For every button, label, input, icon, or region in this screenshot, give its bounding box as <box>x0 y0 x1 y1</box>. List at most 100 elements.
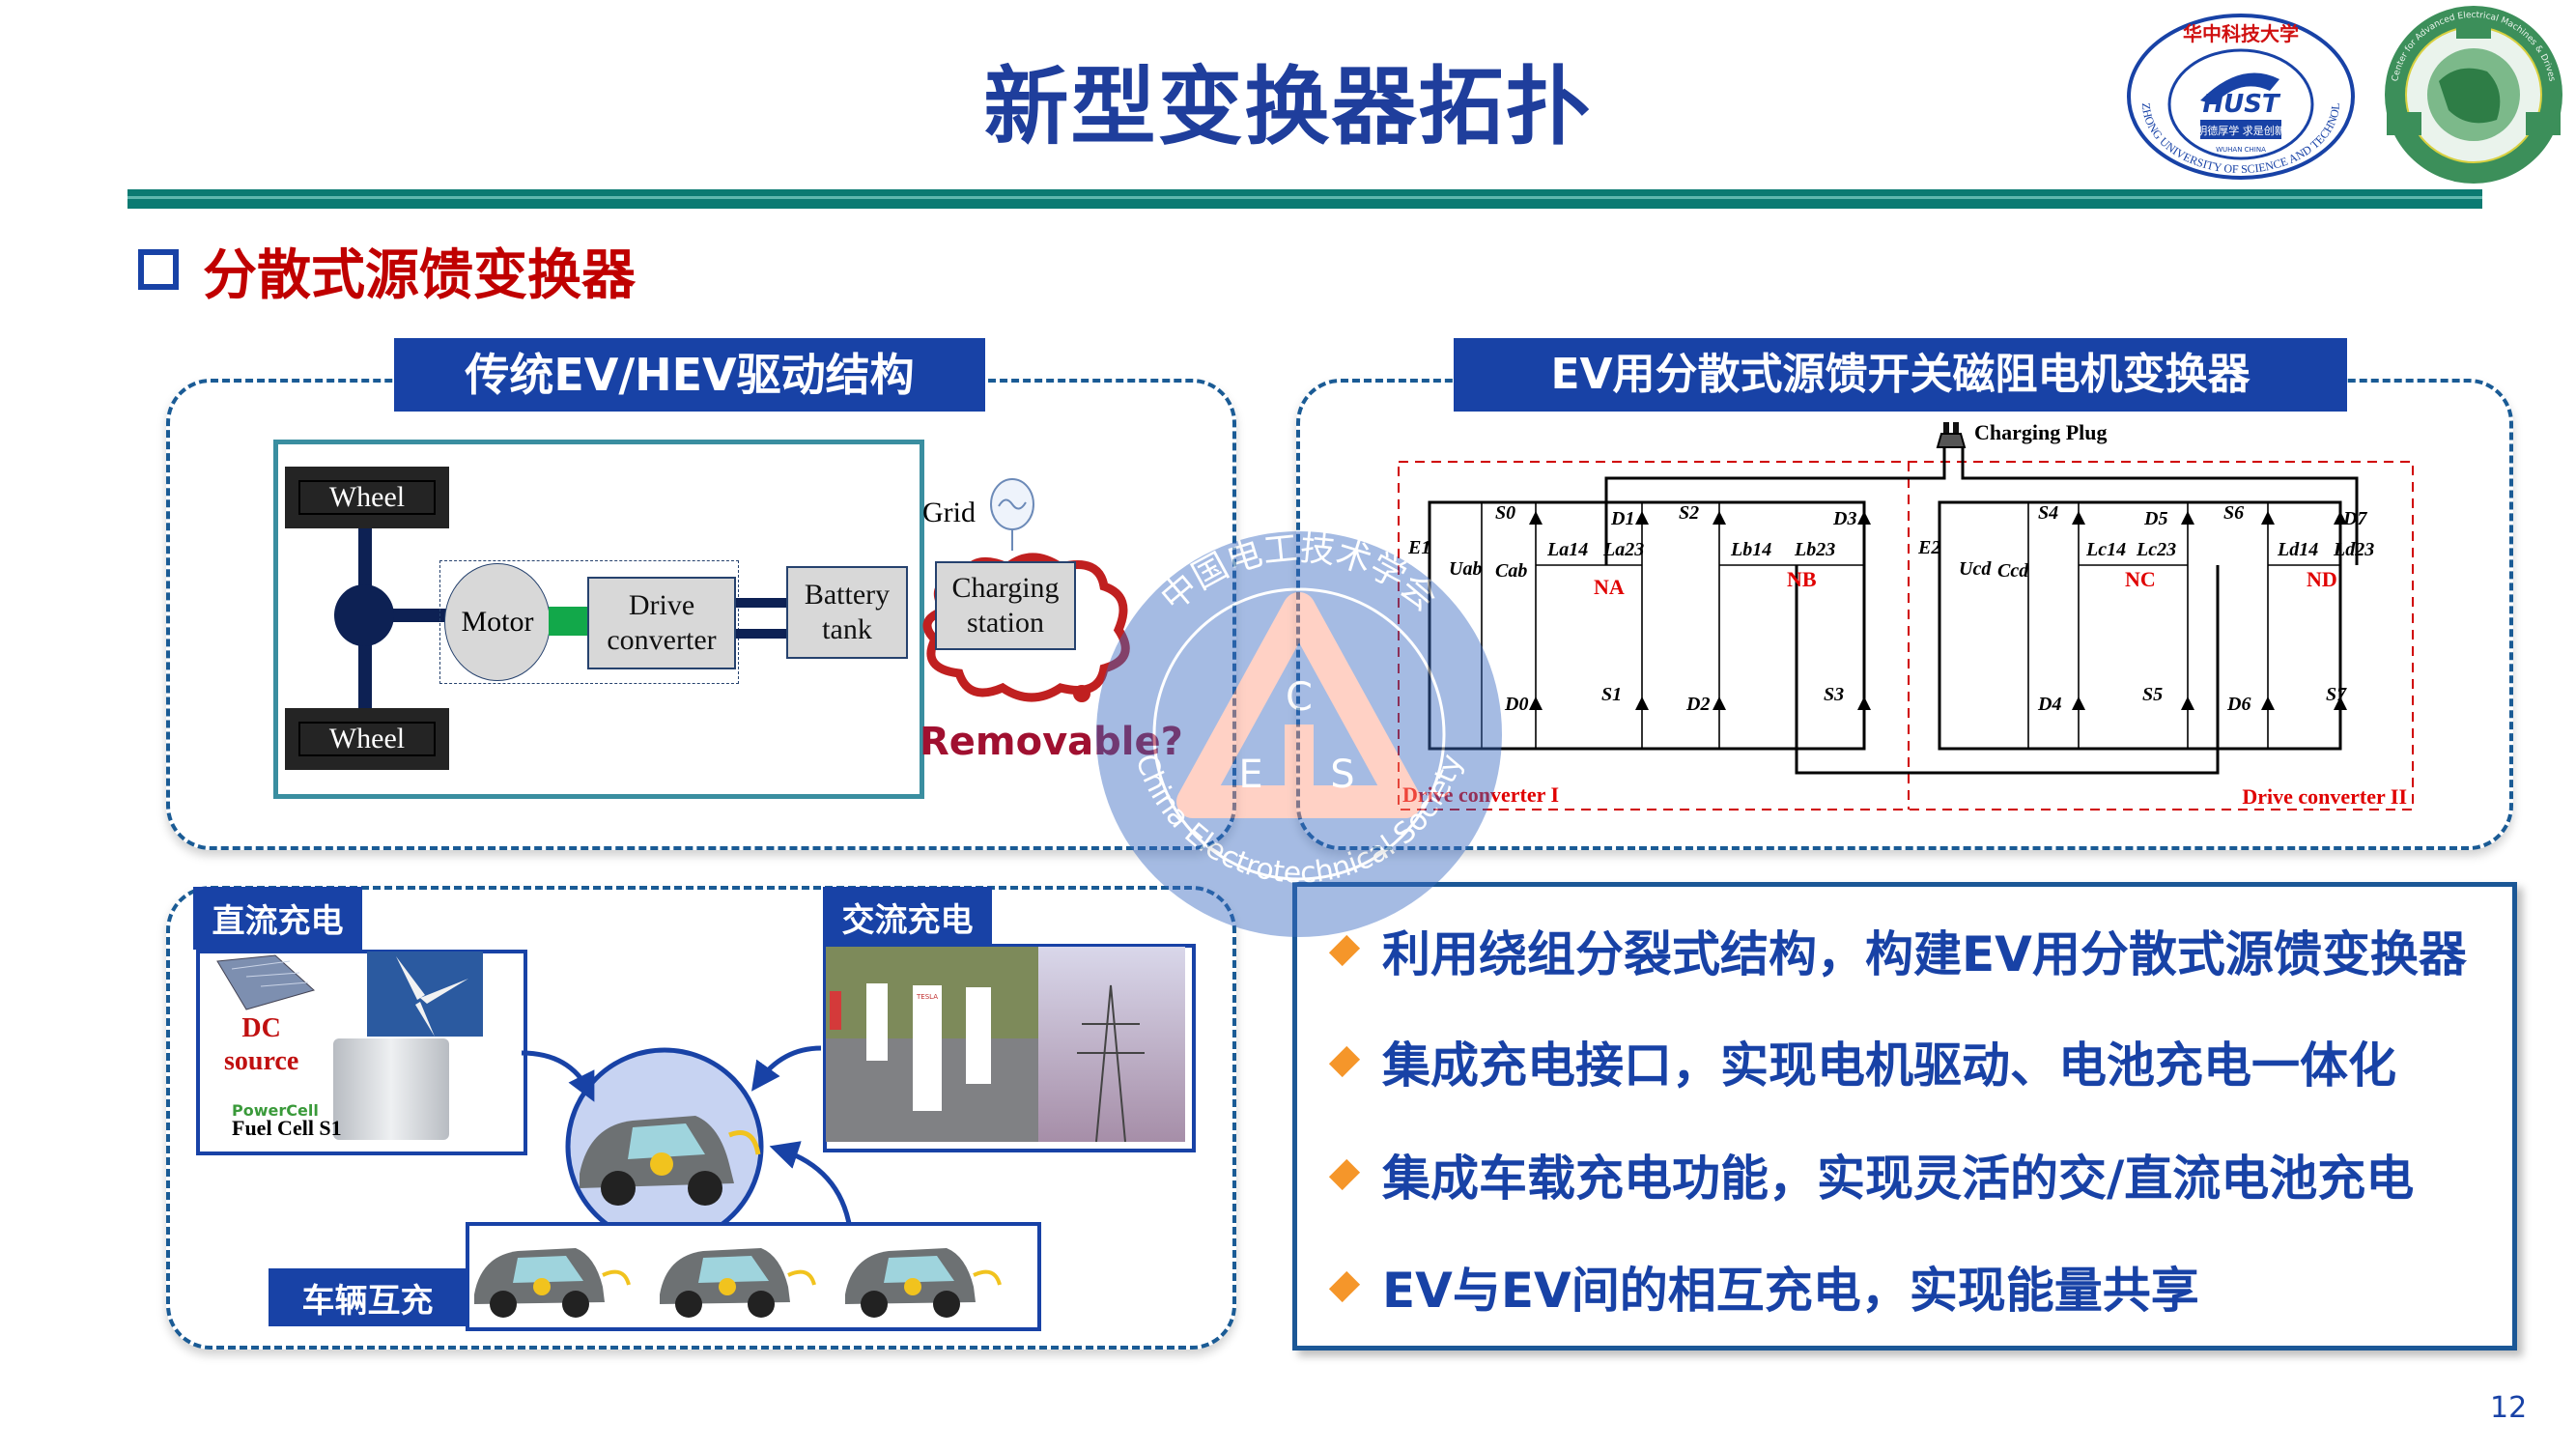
charging-station-line1: Charging <box>951 572 1060 604</box>
tesla-sign: TESLA <box>916 993 938 1001</box>
power-tower-photo <box>1038 947 1185 1142</box>
motor-label: Motor <box>461 606 534 638</box>
dc-bus-bottom <box>736 629 786 639</box>
bullet-text: 利用绕组分裂式结构，构建EV用分散式源馈变换器 <box>1382 926 2467 982</box>
cap-cab: Cab <box>1495 560 1527 582</box>
voltage-ucd: Ucd <box>1959 558 1992 580</box>
dc-bus-top <box>736 598 786 608</box>
source-e1: E1 <box>1407 537 1430 558</box>
diode-d7: D7 <box>2342 508 2367 529</box>
dc-charging-tag: 直流充电 <box>193 887 362 950</box>
feature-bullets: 利用绕组分裂式结构，构建EV用分散式源馈变换器 集成充电接口，实现电机驱动、电池… <box>1292 882 2517 1350</box>
wheel-bottom: Wheel <box>285 708 449 770</box>
inductor-ld23: Ld23 <box>2333 539 2374 560</box>
ev-car-1 <box>474 1248 631 1318</box>
bullet-item: 集成充电接口，实现电机驱动、电池充电一体化 <box>1326 1027 2396 1096</box>
source-e2: E2 <box>1917 537 1940 558</box>
wheel-top-label: Wheel <box>298 480 436 515</box>
battery-line1: Battery <box>804 579 891 611</box>
ev-car-2 <box>660 1248 816 1318</box>
diamond-bullet-icon <box>1328 1270 1361 1303</box>
hust-logo: 华中科技大学 HUST 明德厚学 求是创新 WUHAN CHINA HUAZHO… <box>2125 12 2355 180</box>
v2v-charging-tag: 车辆互充 <box>269 1268 467 1326</box>
converter-circuit: Charging Plug E1 Uab Cab S0 S1 S2 S3 D0 … <box>1398 420 2414 810</box>
inductor-lc14: Lc14 <box>2085 539 2126 560</box>
v2v-arrow <box>769 1141 853 1230</box>
removable-question: Removable? <box>920 720 1183 764</box>
bullet-text: 集成车载充电功能，实现灵活的交/直流电池充电 <box>1382 1151 2415 1207</box>
diode-d3: D3 <box>1832 508 1856 529</box>
dc-source-label: DC source <box>224 1012 298 1078</box>
wheel-top: Wheel <box>285 467 449 528</box>
diode-d1: D1 <box>1610 508 1634 529</box>
diode-d2: D2 <box>1685 694 1710 715</box>
inductor-ld14: Ld14 <box>2277 539 2318 560</box>
grid-label: Grid <box>922 497 976 528</box>
dc-source-line2: source <box>224 1046 299 1076</box>
switch-s1: S1 <box>1601 684 1622 705</box>
drive-converter-1-label: Drive converter I <box>1402 782 1559 807</box>
drive-converter-block: Drive converter <box>587 577 736 669</box>
charging-station-block: Charging station <box>935 561 1076 650</box>
inductor-la23: La23 <box>1602 539 1644 560</box>
bullet-item: 利用绕组分裂式结构，构建EV用分散式源馈变换器 <box>1326 916 2467 985</box>
drive-converter-line1: Drive <box>628 589 695 621</box>
center-logo: Center for Advanced Electrical Machines … <box>2385 6 2562 184</box>
wheel-bottom-label: Wheel <box>298 722 436 756</box>
node-nd: ND <box>2307 567 2337 591</box>
node-na: NA <box>1594 575 1625 599</box>
differential-hub <box>334 584 394 646</box>
grid-ac-source-icon <box>990 478 1034 551</box>
bullet-text: EV与EV间的相互充电，实现能量共享 <box>1382 1263 2199 1319</box>
switch-s7: S7 <box>2326 684 2347 705</box>
inductor-lc23: Lc23 <box>2136 539 2176 560</box>
header-divider <box>127 189 2482 209</box>
charging-plug-icon <box>1936 422 1967 448</box>
hust-city: WUHAN CHINA <box>2216 146 2266 154</box>
fuel-cell-image <box>333 1038 449 1140</box>
node-nc: NC <box>2125 567 2156 591</box>
watermark-e: E <box>1238 753 1262 797</box>
voltage-uab: Uab <box>1449 558 1482 580</box>
drive-converter-line2: converter <box>607 624 717 656</box>
drive-converter-2-label: Drive converter II <box>2242 784 2407 809</box>
fuel-cell-label: Fuel Cell S1 <box>232 1116 342 1140</box>
bullet-item: EV与EV间的相互充电，实现能量共享 <box>1326 1252 2199 1322</box>
node-nb: NB <box>1787 567 1817 591</box>
charging-plug-label: Charging Plug <box>1974 420 2108 444</box>
dc-source-line1: DC <box>241 1013 281 1043</box>
traditional-drive-tag: 传统EV/HEV驱动结构 <box>394 338 985 412</box>
inductor-lb23: Lb23 <box>1794 539 1835 560</box>
v2v-cars <box>474 1248 1002 1318</box>
bullet-text: 集成充电接口，实现电机驱动、电池充电一体化 <box>1382 1038 2396 1094</box>
diode-d5: D5 <box>2143 508 2167 529</box>
diode-d0: D0 <box>1504 694 1528 715</box>
motor-coupling <box>549 607 587 636</box>
switch-s5: S5 <box>2142 684 2163 705</box>
switch-s4: S4 <box>2038 502 2058 524</box>
diamond-bullet-icon <box>1328 1158 1361 1191</box>
battery-line2: tank <box>822 613 872 645</box>
dc-arrow <box>522 1050 595 1102</box>
hust-motto: 明德厚学 求是创新 <box>2196 124 2285 137</box>
section-checkbox-icon <box>138 249 179 290</box>
diode-d6: D6 <box>2226 694 2250 715</box>
hust-mark: HUST <box>2202 90 2281 119</box>
diamond-bullet-icon <box>1328 1045 1361 1078</box>
inductor-la14: La14 <box>1546 539 1588 560</box>
ev-car-3 <box>845 1248 1002 1318</box>
switch-s0: S0 <box>1495 502 1515 524</box>
switch-s6: S6 <box>2223 502 2244 524</box>
cap-ccd: Ccd <box>1997 560 2029 582</box>
converter-panel-tag: EV用分散式源馈开关磁阻电机变换器 <box>1454 338 2347 412</box>
charging-flow-arrows <box>522 1045 853 1230</box>
ac-charging-tag: 交流充电 <box>823 887 992 947</box>
charging-station-line2: station <box>966 607 1044 639</box>
battery-tank-block: Battery tank <box>786 566 908 659</box>
diode-d4: D4 <box>2037 694 2061 715</box>
ac-arrow <box>751 1045 822 1092</box>
page-number: 12 <box>2490 1391 2528 1425</box>
motor: Motor <box>444 563 551 681</box>
hust-cn-name: 华中科技大学 <box>2183 22 2299 45</box>
bullet-item: 集成车载充电功能，实现灵活的交/直流电池充电 <box>1326 1140 2414 1209</box>
